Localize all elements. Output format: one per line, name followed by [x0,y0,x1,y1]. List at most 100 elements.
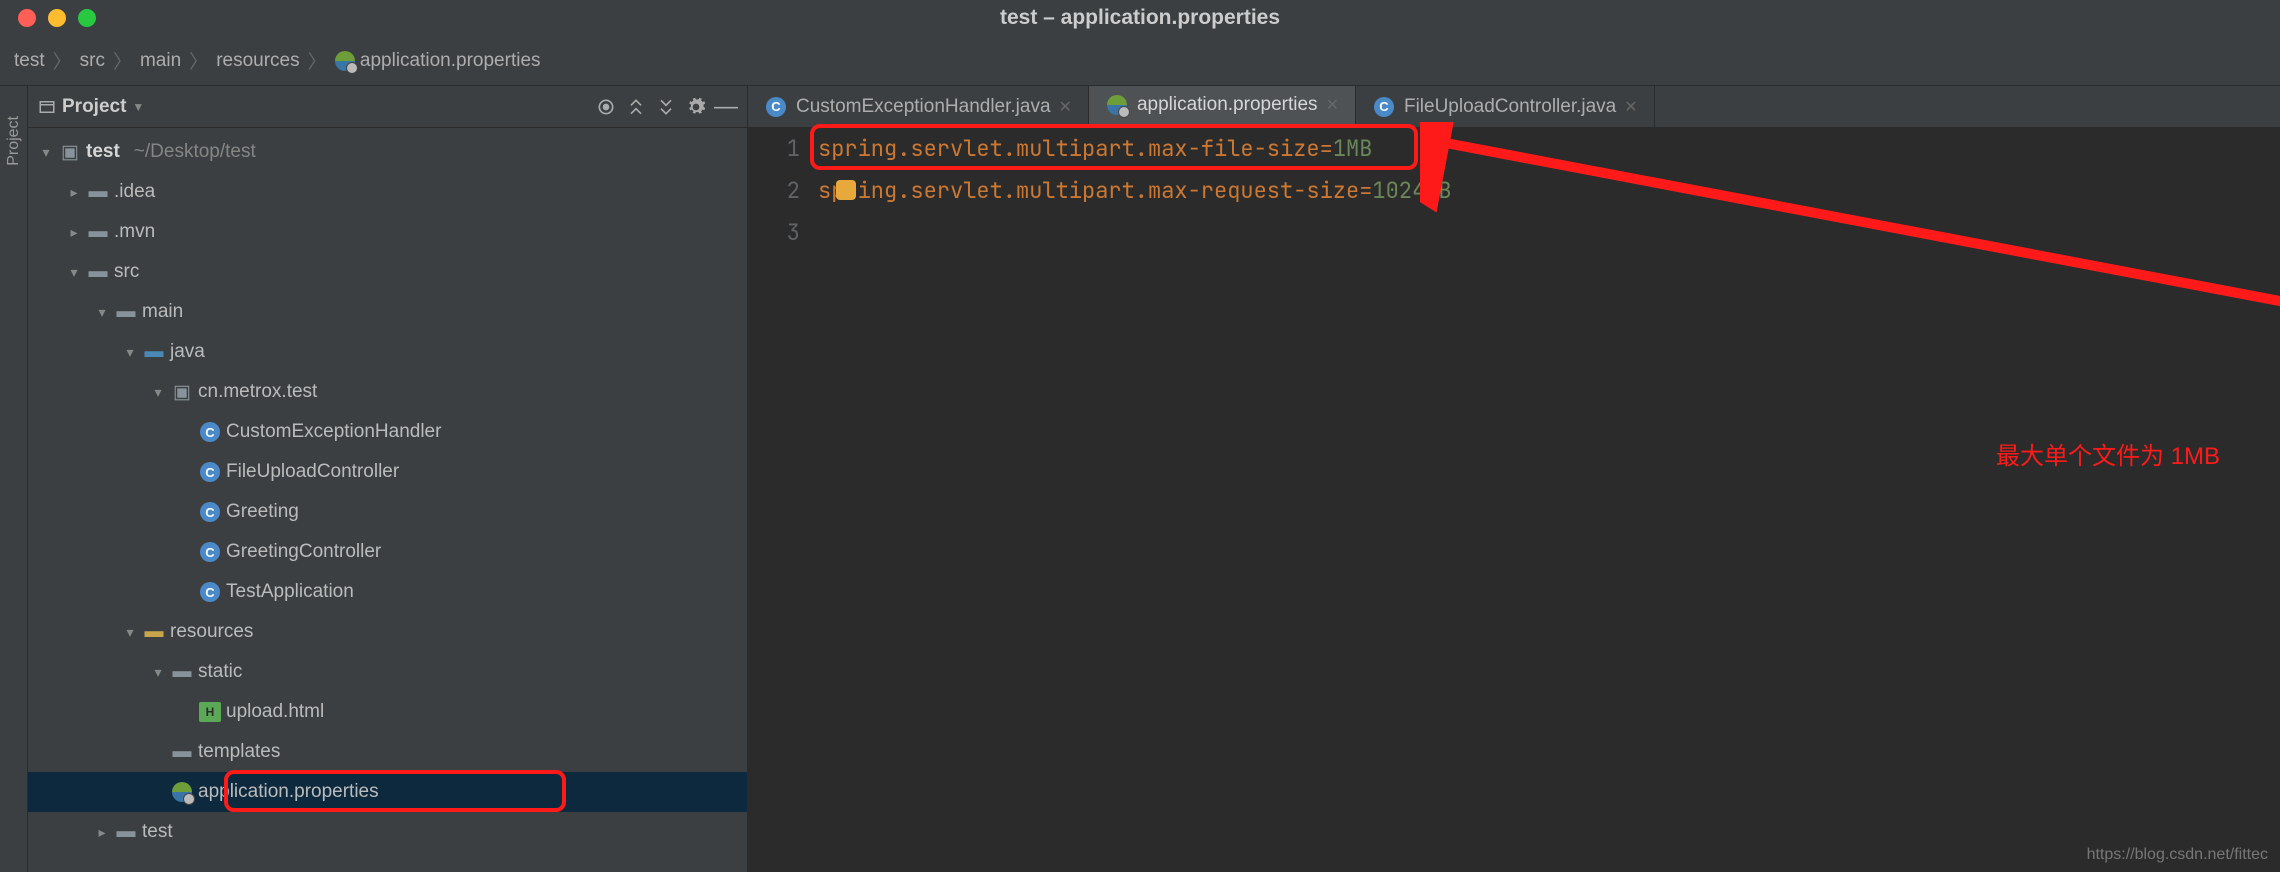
crumb-main[interactable]: main [140,50,181,72]
tab-label: application.properties [1137,94,1318,116]
close-icon[interactable]: ✕ [1624,97,1637,117]
tree-label: test [142,821,173,843]
tree-label: java [170,341,205,363]
gear-icon[interactable] [685,96,707,118]
folder-icon: ▬ [86,221,110,243]
class-icon: C [764,97,788,117]
crumb-file[interactable]: application.properties [335,50,541,72]
folder-icon: ▬ [114,301,138,323]
maximize-window-button[interactable] [78,9,96,27]
tree-test-folder[interactable]: ▸▬test [28,812,747,852]
locate-icon[interactable] [595,96,617,118]
project-header: Project ▼ — [28,86,747,128]
tree-mvn[interactable]: ▸▬.mvn [28,212,747,252]
class-icon: C [198,502,222,522]
hide-panel-icon[interactable]: — [715,96,737,118]
chevron-down-icon: ▾ [150,664,166,681]
folder-icon: ▬ [170,741,194,763]
tree-java[interactable]: ▾▬java [28,332,747,372]
crumb-test[interactable]: test [14,50,45,72]
tree-label: resources [170,621,253,643]
close-window-button[interactable] [18,9,36,27]
tree-class[interactable]: CGreetingController [28,532,747,572]
tree-root[interactable]: ▾ ▣ test ~/Desktop/test [28,132,747,172]
folder-icon: ▬ [86,181,110,203]
chevron-down-icon: ▼ [132,100,144,114]
properties-file-icon [1105,95,1129,115]
code-content[interactable]: spring.servlet.multipart.max-file-size=1… [818,128,2280,872]
class-icon: C [198,422,222,442]
tree-package[interactable]: ▾▣cn.metrox.test [28,372,747,412]
tab-application-properties[interactable]: application.properties ✕ [1089,86,1356,127]
prop-key: spring.servlet.multipart.max-request-siz… [818,176,1372,205]
properties-file-icon [335,51,355,71]
project-title[interactable]: Project ▼ [38,96,144,118]
tree-templates[interactable]: ▬templates [28,732,747,772]
chevron-down-icon: ▾ [122,624,138,641]
tool-window-rail: Project [0,86,28,872]
tree-static[interactable]: ▾▬static [28,652,747,692]
tree-label: GreetingController [226,541,381,563]
folder-icon: ▬ [114,821,138,843]
tree-class[interactable]: CTestApplication [28,572,747,612]
project-tool-tab[interactable]: Project [5,116,23,166]
close-icon[interactable]: ✕ [1059,97,1072,117]
tree-label: src [114,261,139,283]
tab-file-upload[interactable]: C FileUploadController.java ✕ [1356,86,1655,127]
watermark: https://blog.csdn.net/fittec [2087,846,2268,864]
tree-src[interactable]: ▾▬src [28,252,747,292]
tree-main[interactable]: ▾▬main [28,292,747,332]
tree-label: static [198,661,242,683]
expand-all-icon[interactable] [625,96,647,118]
project-tree: ▾ ▣ test ~/Desktop/test ▸▬.idea ▸▬.mvn ▾… [28,128,747,872]
tree-upload[interactable]: Hupload.html [28,692,747,732]
code-line-3[interactable] [818,212,2280,254]
editor-tabs: C CustomExceptionHandler.java ✕ applicat… [748,86,2280,128]
tree-class[interactable]: CGreeting [28,492,747,532]
prop-value: 1024MB [1372,176,1451,205]
chevron-right-icon: ▸ [66,184,82,201]
folder-icon: ▬ [170,661,194,683]
module-icon: ▣ [58,141,82,164]
crumb-resources[interactable]: resources [216,50,299,72]
class-icon: C [198,542,222,562]
traffic-lights [0,9,96,27]
package-icon: ▣ [170,381,194,404]
intention-bulb-icon[interactable] [836,180,856,200]
chevron-right-icon: 〉 [53,47,72,74]
collapse-all-icon[interactable] [655,96,677,118]
breadcrumb: test 〉 src 〉 main 〉 resources 〉 applicat… [0,36,2280,86]
tab-custom-exception[interactable]: C CustomExceptionHandler.java ✕ [748,86,1089,127]
project-panel: Project ▼ — ▾ ▣ test ~/Desktop [28,86,748,872]
chevron-right-icon: ▸ [66,224,82,241]
line-number: 3 [748,212,800,254]
tree-root-path: ~/Desktop/test [134,141,256,163]
prop-value: 1MB [1333,134,1373,163]
tree-root-label: test [86,141,120,163]
chevron-down-icon: ▾ [66,264,82,281]
line-gutter: 1 2 3 [748,128,818,872]
tree-label: templates [198,741,280,763]
tree-label: .mvn [114,221,155,243]
titlebar: test – application.properties [0,0,2280,36]
tree-resources[interactable]: ▾▬resources [28,612,747,652]
tree-class[interactable]: CCustomExceptionHandler [28,412,747,452]
crumb-src[interactable]: src [80,50,105,72]
chevron-right-icon: 〉 [308,47,327,74]
prop-key: spring.servlet.multipart.max-file-size= [818,134,1333,163]
line-number: 2 [748,170,800,212]
tree-class[interactable]: CFileUploadController [28,452,747,492]
code-line-2[interactable]: spring.servlet.multipart.max-request-siz… [818,170,2280,212]
tree-label: main [142,301,183,323]
source-folder-icon: ▬ [142,341,166,363]
code-editor[interactable]: 1 2 3 spring.servlet.multipart.max-file-… [748,128,2280,872]
properties-file-icon [170,782,194,802]
tree-label: .idea [114,181,155,203]
crumb-file-label: application.properties [360,50,541,72]
tree-app-properties[interactable]: application.properties [28,772,747,812]
code-line-1[interactable]: spring.servlet.multipart.max-file-size=1… [818,128,2280,170]
tab-label: FileUploadController.java [1404,96,1616,118]
close-icon[interactable]: ✕ [1326,95,1339,115]
tree-idea[interactable]: ▸▬.idea [28,172,747,212]
minimize-window-button[interactable] [48,9,66,27]
